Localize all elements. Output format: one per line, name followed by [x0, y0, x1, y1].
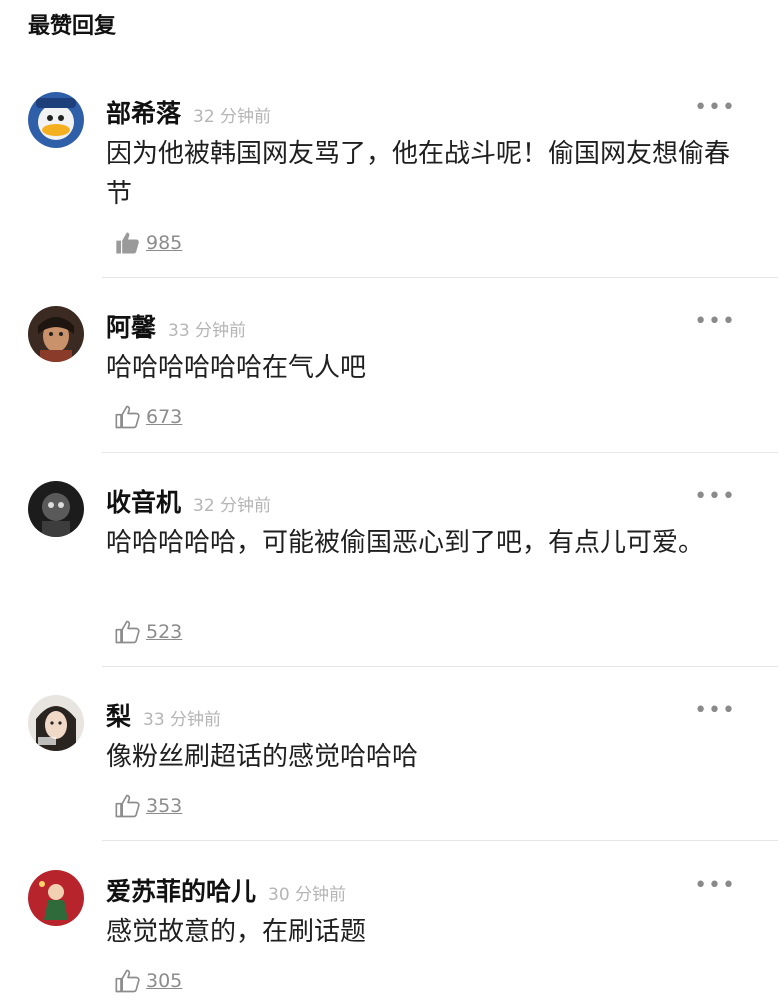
- comment-text: 像粉丝刷超话的感觉哈哈哈: [106, 742, 419, 772]
- comment-time: 32 分钟前: [193, 496, 272, 516]
- comment-text: 哈哈哈哈哈哈在气人吧: [106, 353, 367, 383]
- divider: [102, 666, 778, 667]
- divider: [102, 277, 778, 278]
- thumbs-up-icon: [115, 969, 140, 993]
- like-button[interactable]: 673: [114, 402, 182, 432]
- comment-text: 哈哈哈哈哈，可能被偷国恶心到了吧，有点儿可爱。: [106, 528, 705, 558]
- more-dots-icon[interactable]: •••: [694, 97, 736, 119]
- avatar[interactable]: [28, 92, 84, 148]
- comment-text: 因为他被韩国网友骂了，他在战斗呢！偷国网友想偷春节: [106, 139, 731, 209]
- comment-time: 30 分钟前: [268, 885, 347, 905]
- comment-time: 33 分钟前: [168, 321, 247, 341]
- comment-time: 33 分钟前: [143, 710, 222, 730]
- thumbs-up-icon: [115, 794, 140, 818]
- comment-text: 感觉故意的，在刷话题: [106, 917, 367, 947]
- more-dots-icon[interactable]: •••: [694, 486, 736, 508]
- divider: [102, 840, 778, 841]
- like-button[interactable]: 353: [114, 791, 182, 821]
- like-count: 305: [146, 970, 183, 992]
- avatar[interactable]: [28, 695, 84, 751]
- thumbs-up-icon: [115, 620, 140, 644]
- section-title: 最赞回复: [28, 14, 117, 39]
- like-count: 523: [146, 621, 183, 643]
- like-count: 985: [146, 232, 183, 254]
- comment-author[interactable]: 阿馨 33 分钟前: [106, 308, 246, 344]
- like-button[interactable]: 985: [114, 228, 182, 258]
- like-button[interactable]: 523: [114, 617, 182, 647]
- avatar[interactable]: [28, 870, 84, 926]
- like-count: 673: [146, 406, 183, 428]
- comment-author[interactable]: 爱苏菲的哈儿 30 分钟前: [106, 872, 346, 908]
- like-count: 353: [146, 795, 183, 817]
- more-dots-icon[interactable]: •••: [694, 875, 736, 897]
- comment-author[interactable]: 收音机 32 分钟前: [106, 483, 271, 519]
- thumbs-up-icon: [116, 232, 139, 254]
- comment-time: 32 分钟前: [193, 107, 272, 127]
- avatar[interactable]: [28, 306, 84, 362]
- more-dots-icon[interactable]: •••: [694, 311, 736, 333]
- thumbs-up-icon: [115, 405, 140, 429]
- like-button[interactable]: 305: [114, 966, 182, 996]
- comment-author[interactable]: 部希落 32 分钟前: [106, 94, 271, 130]
- comment-author[interactable]: 梨 33 分钟前: [106, 697, 221, 733]
- avatar[interactable]: [28, 481, 84, 537]
- more-dots-icon[interactable]: •••: [694, 700, 736, 722]
- divider: [102, 452, 778, 453]
